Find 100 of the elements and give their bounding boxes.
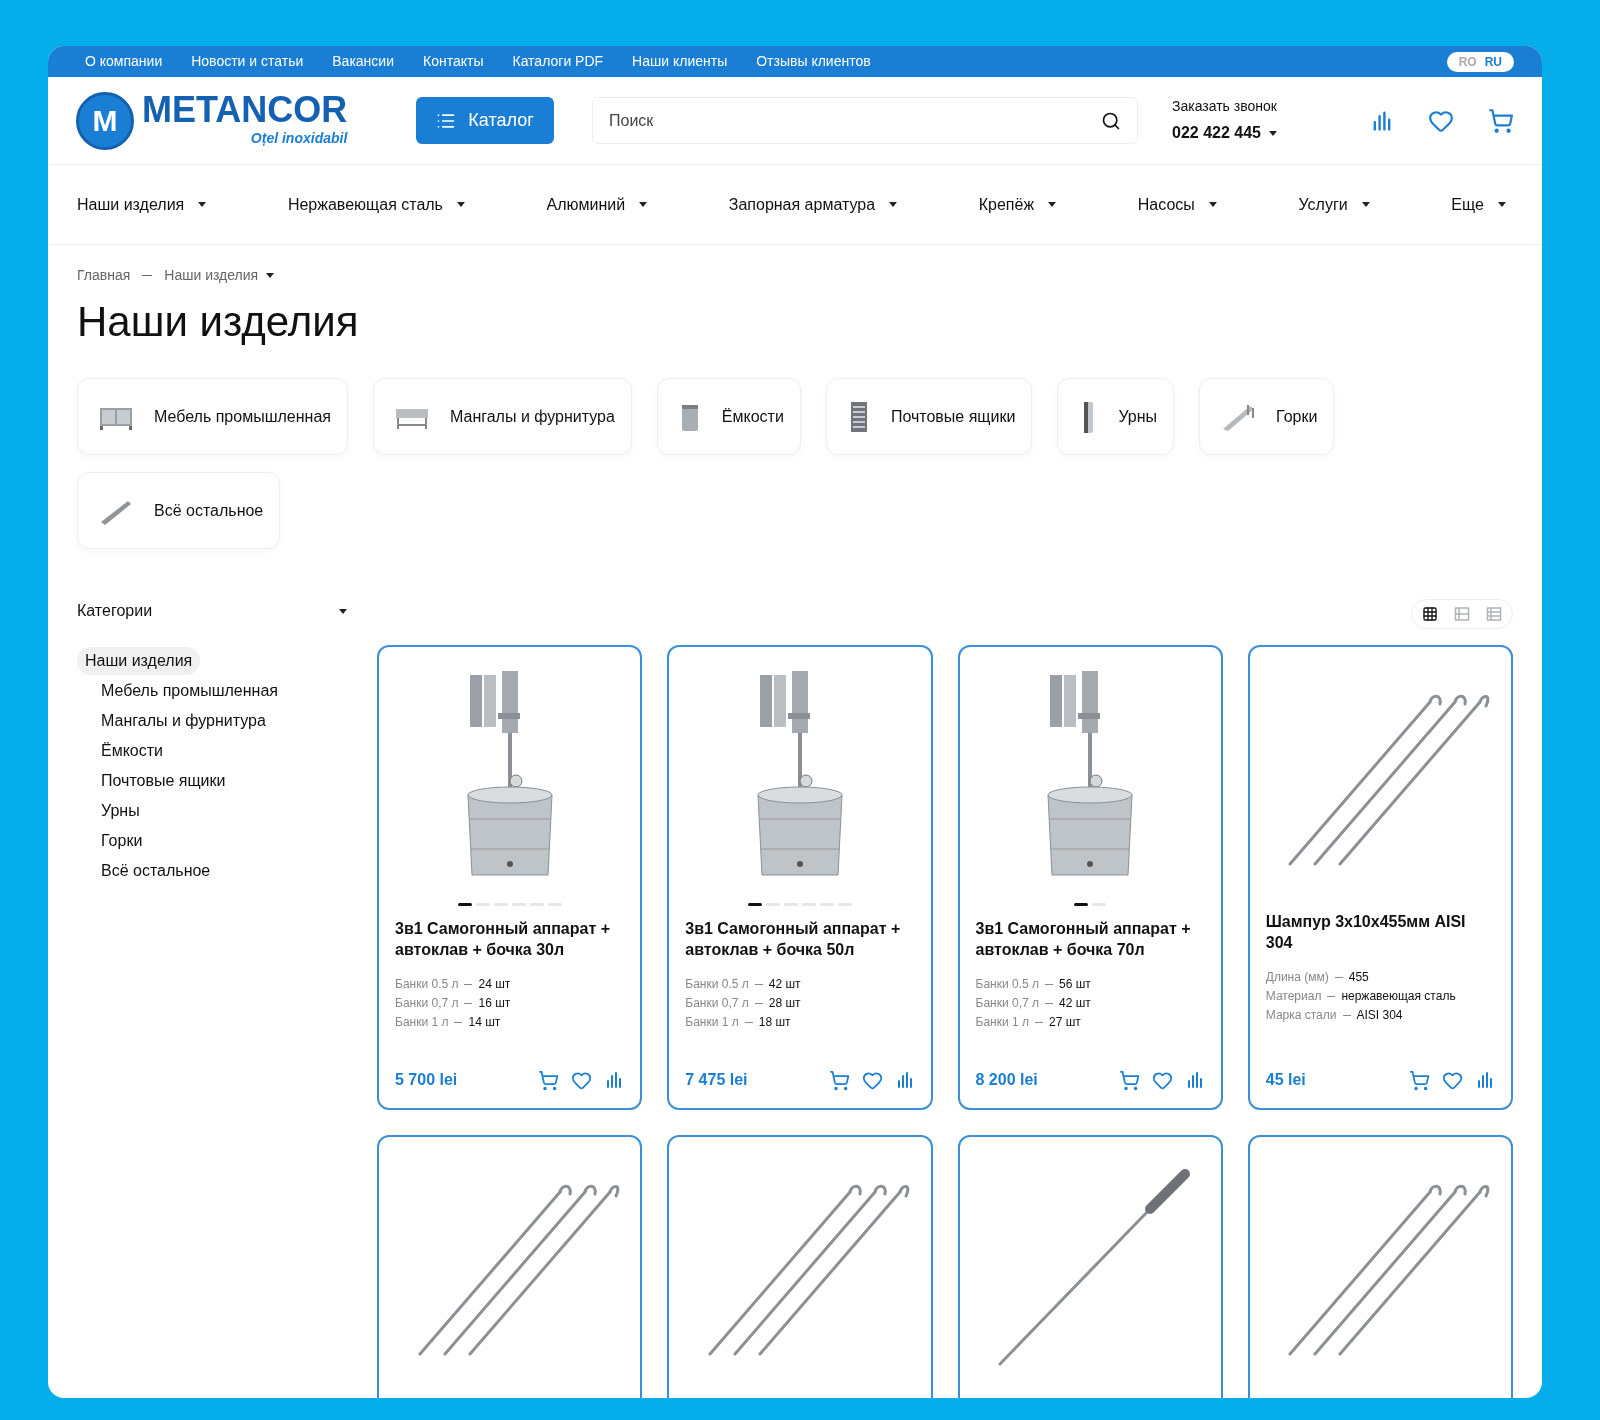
spec-value: 27 шт [1049, 1014, 1081, 1030]
spec-value: 56 шт [1059, 976, 1091, 992]
category-link[interactable]: Урны [93, 797, 148, 825]
search-field[interactable]: Поиск [609, 108, 1101, 133]
spec-dash [1035, 1021, 1043, 1023]
logo-wordmark[interactable]: METANCOR [142, 92, 348, 128]
category-link[interactable]: Ёмкости [93, 737, 172, 765]
callback-label[interactable]: Заказать звонок [1172, 96, 1277, 117]
cart-icon[interactable] [538, 1069, 560, 1091]
sidebar-title[interactable]: Категории [77, 599, 153, 623]
spec-value: нержавеющая сталь [1341, 988, 1456, 1004]
catalog-button[interactable]: Каталог [416, 97, 554, 144]
nav-item[interactable]: Наши изделия [77, 192, 207, 217]
spec-label: Банки 0,7 л [975, 995, 1039, 1011]
breadcrumb-current[interactable]: Наши изделия [164, 265, 259, 286]
price: 7 475 lei [685, 1070, 748, 1090]
spec-label: Банки 1 л [395, 1014, 449, 1030]
top-link[interactable]: Вакансии [332, 51, 394, 72]
spec-value: 455 [1348, 969, 1369, 985]
product-title[interactable]: 3в1 Самогонный аппарат + автоклав + бочка 70л [975, 918, 1205, 960]
category-link[interactable]: Горки [93, 827, 151, 855]
category-link[interactable]: Наши изделия [77, 647, 201, 675]
phone-number[interactable]: 022 422 445 [1172, 121, 1261, 145]
nav-item[interactable]: Услуги [1298, 192, 1370, 217]
logo-emblem[interactable]: M [76, 91, 134, 150]
spec-label: Банки 0.5 л [685, 976, 749, 992]
caret-icon [889, 202, 898, 207]
top-link[interactable]: Наши клиенты [632, 51, 728, 72]
cart-icon[interactable] [1488, 107, 1514, 134]
logo-tagline: Oțel inoxidabil [250, 129, 348, 148]
breadcrumb-link[interactable]: Главная [77, 265, 131, 286]
spec-label: Банки 0.5 л [395, 976, 459, 992]
spec-value: 14 шт [468, 1014, 501, 1030]
spec-label: Длина (мм) [1265, 969, 1329, 985]
top-link[interactable]: Каталоги PDF [512, 51, 604, 72]
top-link[interactable]: Контакты [423, 51, 484, 72]
spec-dash [1045, 983, 1053, 985]
product-card[interactable]: Шампур 3х10х455мм AISI 304 Длина (мм) 455 Материал нержавеющая сталь Марка стали AISI 304 45 lei [1247, 645, 1513, 1110]
nav-item[interactable]: Запорная арматура [728, 192, 898, 217]
category-chip[interactable]: Ёмкости [656, 378, 801, 455]
product-title[interactable]: Шампур 3х10х455мм AISI 304 [1265, 911, 1495, 953]
category-chip[interactable]: Мебель промышленная [77, 378, 348, 455]
language-option[interactable]: RU [1484, 52, 1502, 71]
spec-value: AISI 304 [1356, 1007, 1403, 1023]
spec-dash [454, 1021, 463, 1023]
spec-value: 42 шт [768, 976, 801, 992]
caret-icon [1208, 202, 1217, 207]
category-link[interactable]: Почтовые ящики [93, 767, 234, 795]
top-link[interactable]: О компании [85, 51, 163, 72]
cart-icon[interactable] [828, 1069, 850, 1091]
caret-icon [339, 608, 347, 614]
spec-dash [464, 983, 473, 985]
caret-icon [266, 273, 275, 278]
spec-dash [754, 1002, 763, 1004]
nav-item[interactable]: Алюминий [546, 192, 648, 217]
top-link[interactable]: Новости и статьи [191, 51, 304, 72]
nav-item[interactable]: Насосы [1137, 192, 1217, 217]
caret-icon [1269, 130, 1277, 136]
chart-bars-icon[interactable] [1475, 1070, 1495, 1090]
spec-value: 42 шт [1059, 995, 1091, 1011]
caret-icon [1497, 202, 1506, 207]
category-chip[interactable]: Урны [1057, 378, 1175, 455]
spec-dash [744, 1021, 753, 1023]
caret-icon [1048, 202, 1057, 207]
category-chip[interactable]: Почтовые ящики [825, 378, 1033, 455]
nav-item[interactable]: Крепёж [978, 192, 1057, 217]
category-link[interactable]: Мангалы и фурнитура [93, 707, 274, 735]
view-toggle[interactable] [1422, 606, 1438, 622]
spec-label: Банки 1 л [975, 1014, 1029, 1030]
product-card[interactable]: 3в1 Самогонный аппарат + автоклав + бочка 50л Банки 0.5 л 42 шт Банки 0,7 л 28 шт Банки 1 л 18 шт 7 475 lei [667, 645, 933, 1110]
language-switch[interactable]: RO RU [1446, 51, 1514, 72]
search-bar[interactable]: Поиск [592, 97, 1138, 144]
product-card[interactable]: 3в1 Самогонный аппарат + автоклав + бочка 70л Банки 0.5 л 56 шт Банки 0,7 л 42 шт Банки 1 л 27 шт 8 200 lei [957, 645, 1223, 1110]
top-link[interactable]: Отзывы клиентов [756, 51, 871, 72]
spec-value: 24 шт [478, 976, 511, 992]
category-link[interactable]: Всё остальное [93, 857, 219, 885]
category-link[interactable]: Мебель промышленная [93, 677, 286, 705]
spec-dash [1045, 1002, 1053, 1004]
product-title[interactable]: 3в1 Самогонный аппарат + автоклав + бочка 50л [685, 918, 915, 960]
price: 45 lei [1265, 1070, 1306, 1090]
nav-item[interactable]: Еще [1451, 192, 1506, 217]
caret-icon [198, 202, 207, 207]
spec-dash [1327, 995, 1336, 997]
spec-label: Банки 1 л [685, 1014, 739, 1030]
cart-icon[interactable] [1409, 1069, 1430, 1091]
category-chip[interactable]: Горки [1199, 378, 1335, 455]
caret-icon [639, 202, 648, 207]
view-toggle[interactable] [1454, 606, 1470, 622]
view-toggle[interactable] [1486, 606, 1502, 622]
product-title[interactable]: 3в1 Самогонный аппарат + автоклав + бочка 30л [395, 918, 625, 960]
spec-label: Банки 0,7 л [685, 995, 749, 1011]
spec-dash [1334, 976, 1343, 978]
price: 8 200 lei [975, 1070, 1038, 1090]
spec-label: Марка стали [1265, 1007, 1337, 1023]
category-chip[interactable]: Мангалы и фурнитура [372, 378, 632, 455]
nav-item[interactable]: Нержавеющая сталь [287, 192, 465, 217]
category-chip[interactable]: Всё остальное [77, 472, 281, 549]
search-icon[interactable] [1101, 110, 1121, 131]
cart-icon[interactable] [1118, 1069, 1140, 1091]
product-card[interactable]: 3в1 Самогонный аппарат + автоклав + бочка 30л Банки 0.5 л 24 шт Банки 0,7 л 16 шт Банки 1 л 14 шт 5 700 lei [377, 645, 643, 1110]
